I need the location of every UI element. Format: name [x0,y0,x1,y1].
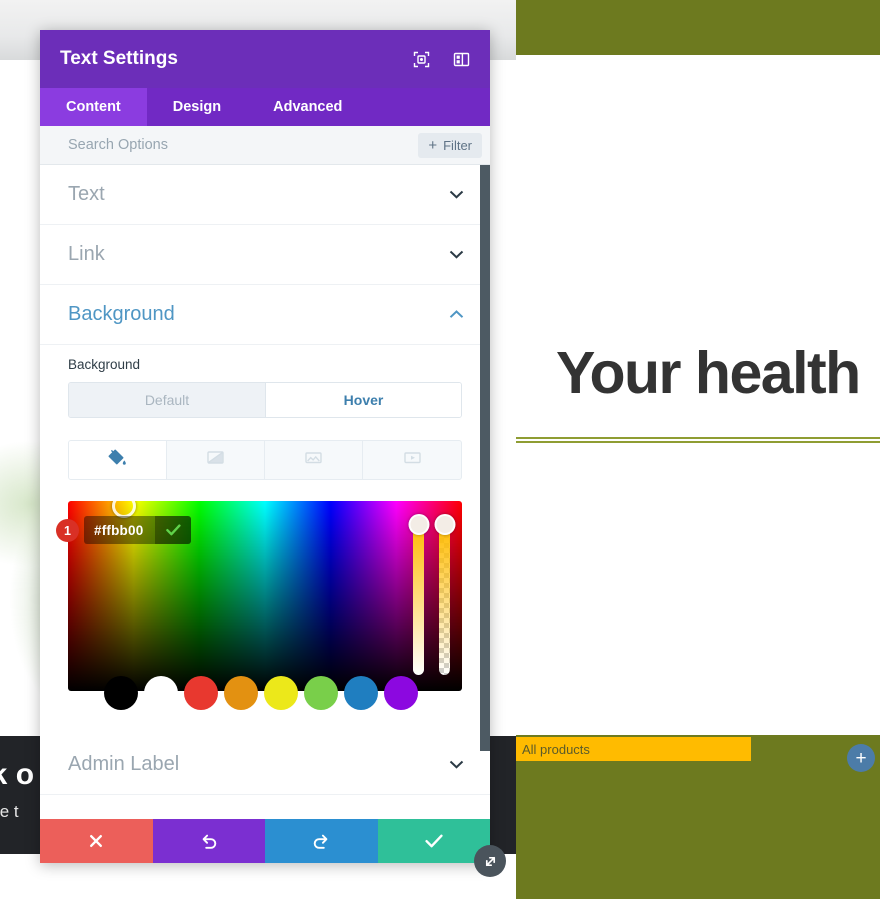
olive-divider-rule [516,437,880,443]
accordion-admin-label[interactable]: Admin Label [40,735,490,795]
modal-body: Text Link Background Background Default … [40,165,490,819]
tab-advanced-label: Advanced [273,99,343,115]
color-picker: 1 #ffbb00 [56,501,462,710]
panel-scrollbar[interactable] [480,165,490,819]
modal-footer [40,819,490,863]
close-icon [88,833,104,849]
save-button[interactable] [377,819,490,863]
chevron-down-icon [449,188,464,201]
swatch-white[interactable] [144,676,178,710]
chevron-down-icon [449,758,464,771]
background-section: Background Default Hover 1 #ffbb00 [40,345,490,710]
all-products-button[interactable]: All products [516,737,751,761]
tab-content-label: Content [66,99,121,115]
background-field-label: Background [68,357,141,372]
modal-header-icons [412,50,470,68]
panel-scrollbar-thumb[interactable] [480,165,490,751]
alpha-slider[interactable] [434,514,455,675]
opacity-slider-knob[interactable] [408,514,429,535]
plus-icon: + [428,136,438,154]
swatch-red[interactable] [184,676,218,710]
state-hover-button[interactable]: Hover [265,383,461,417]
swatch-black[interactable] [104,676,138,710]
tab-content[interactable]: Content [40,88,147,126]
state-default-label: Default [144,392,190,408]
tab-design[interactable]: Design [147,88,247,126]
accordion-background-label: Background [68,303,175,325]
swatch-green[interactable] [304,676,338,710]
background-color-icon [108,448,127,472]
redo-icon [312,832,330,850]
tab-design-label: Design [172,99,222,115]
accordion-admin-label-text: Admin Label [68,753,180,775]
olive-top-band [516,0,880,55]
all-products-label: All products [522,741,590,757]
add-module-button[interactable]: + [847,744,875,772]
accordion-text[interactable]: Text [40,165,490,225]
resize-handle-icon[interactable] [474,845,506,877]
background-gradient-icon [206,448,225,472]
layout-panel-icon[interactable] [452,50,470,68]
hero-heading: Your health [556,340,861,406]
search-input[interactable] [68,137,419,153]
accordion-background[interactable]: Background [40,285,490,345]
filter-button-label: Filter [443,137,472,153]
promo-subtitle: love t [0,802,19,821]
background-video-icon [403,448,422,472]
preset-swatches [104,676,418,710]
background-video-tab[interactable] [363,441,461,479]
background-type-tabs [68,440,462,480]
background-state-toggle: Default Hover [68,382,462,418]
text-settings-modal: Text Settings Content Design Advanced Se… [40,30,490,863]
background-gradient-tab[interactable] [167,441,265,479]
promo-title: ck o [0,758,35,791]
chevron-down-icon [449,248,464,261]
plus-icon: + [855,747,867,769]
state-default-button[interactable]: Default [69,383,265,417]
page-title: Text Settings [60,48,178,69]
modal-header: Text Settings [40,30,490,88]
accordion-text-label: Text [68,183,105,205]
swatch-yellow[interactable] [264,676,298,710]
filter-button[interactable]: + Filter [418,132,482,158]
tab-advanced[interactable]: Advanced [247,88,368,126]
checkmark-icon [425,834,443,848]
redo-button[interactable] [265,819,378,863]
state-hover-label: Hover [343,392,384,408]
undo-button[interactable] [152,819,265,863]
cancel-button[interactable] [40,819,153,863]
hex-input-pill: #ffbb00 [84,516,192,544]
focus-target-icon[interactable] [412,50,430,68]
checkmark-icon[interactable] [155,516,192,544]
accordion-link-label: Link [68,243,105,265]
swatch-purple[interactable] [384,676,418,710]
opacity-slider[interactable] [408,514,429,675]
undo-icon [200,832,218,850]
background-image-icon [304,448,323,472]
step-badge: 1 [56,519,79,542]
background-color-tab[interactable] [69,441,167,479]
modal-tabs: Content Design Advanced [40,88,490,126]
background-image-tab[interactable] [265,441,363,479]
search-row: + Filter [40,126,490,165]
screenshot-stage: Your health ck o love t All products + T… [0,0,880,899]
hex-input[interactable]: #ffbb00 [84,516,155,544]
swatch-orange[interactable] [224,676,258,710]
alpha-slider-knob[interactable] [434,514,455,535]
accordion-link[interactable]: Link [40,225,490,285]
swatch-blue[interactable] [344,676,378,710]
saturation-value-area[interactable]: #ffbb00 [68,501,462,691]
chevron-up-icon [449,308,464,321]
